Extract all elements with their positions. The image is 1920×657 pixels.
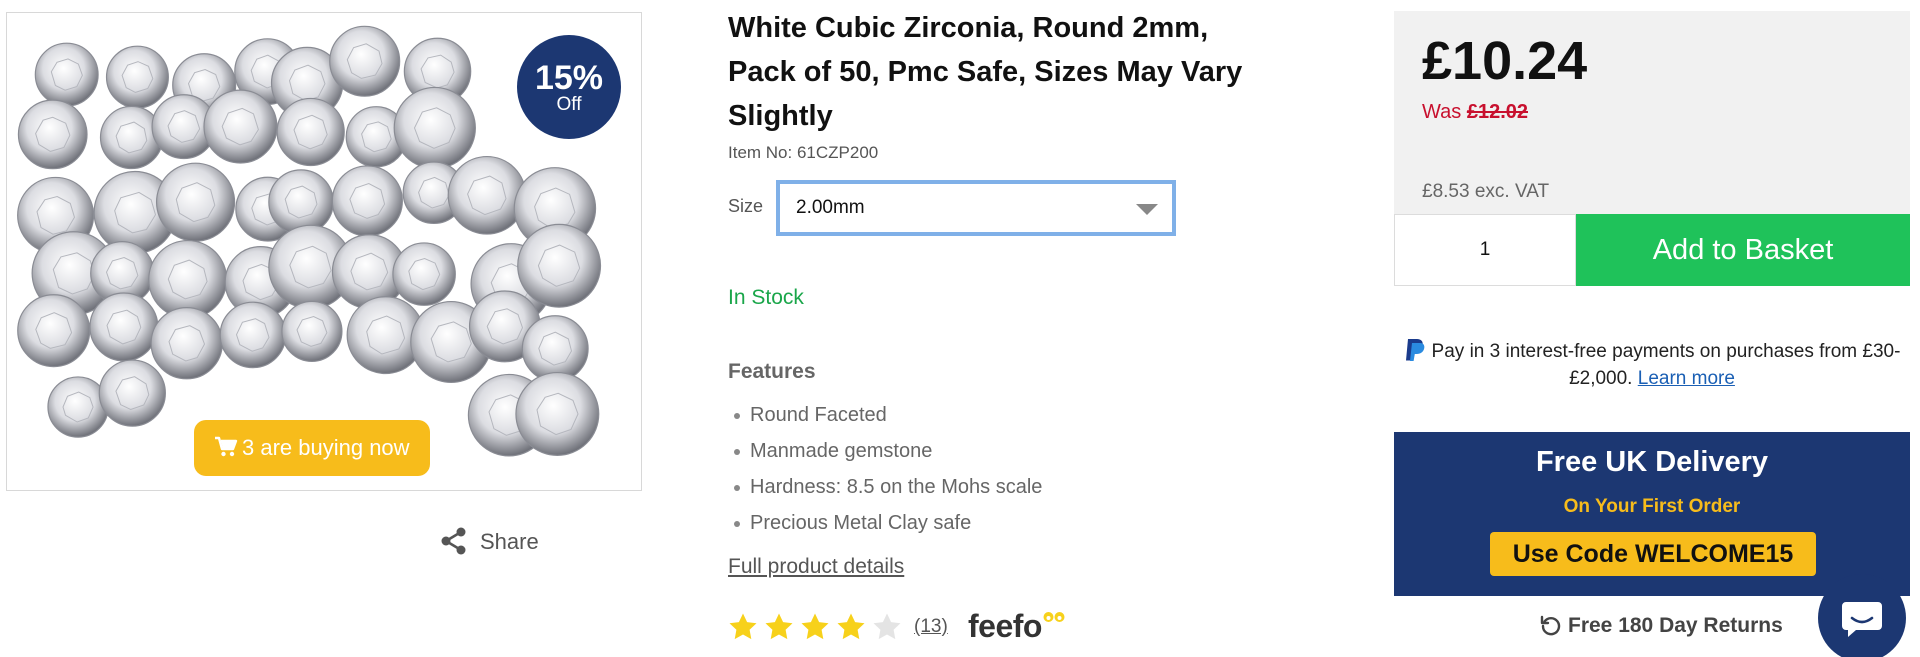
free-returns-text: Free 180 Day Returns: [1568, 614, 1783, 637]
star-filled-icon: [837, 613, 865, 640]
paypal-icon: [1405, 339, 1424, 361]
star-filled-icon: [729, 613, 757, 640]
ex-vat-price: £8.53 exc. VAT: [1422, 181, 1550, 202]
was-price: Was £12.02: [1422, 101, 1528, 124]
size-label: Size: [728, 196, 764, 216]
learn-more-link[interactable]: Learn more: [1638, 368, 1735, 389]
product-image-gallery[interactable]: 15% Off 3 are buying now: [6, 12, 642, 491]
star-empty-icon: [873, 613, 901, 640]
review-count-link[interactable]: (13): [914, 616, 948, 638]
share-icon: [441, 527, 466, 555]
free-returns[interactable]: Free 180 Day Returns: [1540, 614, 1783, 638]
size-select-value: 2.00mm: [796, 197, 865, 218]
price-box: £10.24 Was £12.02 £8.53 exc. VAT: [1394, 11, 1910, 214]
promo-subheading: On Your First Order: [1563, 496, 1741, 517]
full-product-details-link[interactable]: Full product details: [728, 555, 904, 579]
cart-icon: [215, 436, 238, 457]
was-label: Was: [1422, 101, 1462, 123]
size-select[interactable]: 2.00mm: [776, 180, 1176, 236]
buying-now-badge: 3 are buying now: [194, 420, 430, 476]
features-list: Round Faceted Manmade gemstone Hardness:…: [728, 400, 1042, 544]
current-price: £10.24: [1422, 31, 1588, 91]
discount-percent: 15%: [534, 59, 604, 97]
promo-heading: Free UK Delivery: [1535, 446, 1769, 478]
quantity-input[interactable]: 1: [1394, 214, 1576, 286]
chat-icon: [1842, 602, 1882, 637]
chevron-down-icon: [1136, 204, 1158, 215]
discount-off-label: Off: [556, 94, 582, 115]
item-number: Item No: 61CZP200: [728, 143, 879, 162]
promo-code: Use Code WELCOME15: [1490, 532, 1816, 576]
was-price-value: £12.02: [1466, 101, 1528, 123]
feature-item: Manmade gemstone: [728, 436, 1042, 472]
feefo-logo: feefo: [968, 608, 1065, 645]
share-button[interactable]: Share: [440, 524, 539, 560]
feefo-logo-text: feefo: [968, 608, 1042, 644]
add-to-basket-button[interactable]: Add to Basket: [1576, 214, 1910, 286]
stock-status: In Stock: [728, 286, 804, 309]
buying-now-text: 3 are buying now: [242, 435, 410, 460]
star-filled-icon: [765, 613, 793, 640]
returns-icon: [1540, 615, 1561, 636]
product-title: White Cubic Zirconia, Round 2mm, Pack of…: [728, 12, 1243, 132]
discount-badge: 15% Off: [517, 35, 621, 139]
star-filled-icon: [801, 613, 829, 640]
features-heading: Features: [728, 360, 816, 383]
feature-item: Precious Metal Clay safe: [728, 508, 1042, 544]
feature-item: Round Faceted: [728, 400, 1042, 436]
paypal-pay-in-3: Pay in 3 interest-free payments on purch…: [1394, 337, 1910, 392]
feefo-eyes-icon: [1043, 612, 1065, 622]
share-label: Share: [480, 529, 539, 554]
feature-item: Hardness: 8.5 on the Mohs scale: [728, 472, 1042, 508]
free-delivery-banner: Free UK Delivery On Your First Order Use…: [1394, 432, 1910, 596]
chat-button[interactable]: [1818, 574, 1906, 657]
rating-stars[interactable]: [728, 612, 908, 646]
